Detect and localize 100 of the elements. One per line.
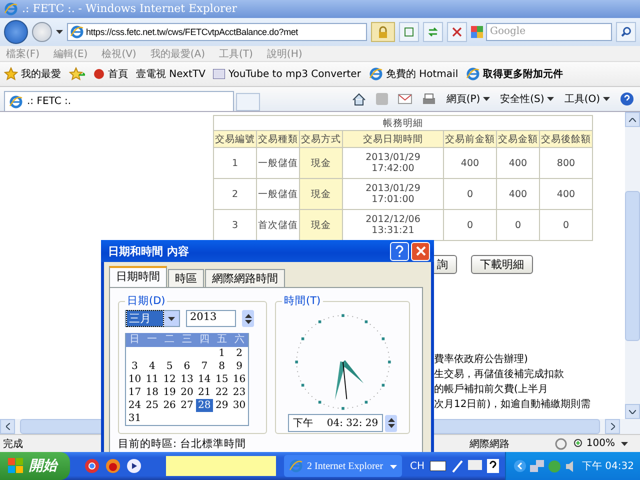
favorite-link[interactable]: 免費的 Hotmail (368, 67, 458, 82)
table-cell: 2013/01/29 17:01:00 (342, 178, 444, 210)
column-header: 交易後餘額 (540, 130, 592, 148)
stop-button[interactable] (447, 22, 467, 42)
table-cell: 0 (444, 178, 496, 210)
calendar-day[interactable]: 5 (160, 360, 178, 373)
address-field[interactable]: https://css.fetc.net.tw/cws/FETCvtpAcctBalance.do?met (67, 22, 367, 41)
printer-icon[interactable] (422, 92, 436, 106)
browser-icon[interactable] (84, 458, 100, 474)
calendar-day[interactable]: 10 (126, 373, 144, 386)
scroll-left-button[interactable] (0, 419, 15, 434)
table-cell: 400 (496, 148, 540, 178)
search-field[interactable]: Google (486, 22, 612, 41)
calendar-day[interactable]: 15 (213, 373, 231, 386)
calendar-day[interactable]: 7 (196, 360, 214, 373)
favorite-link[interactable]: 壹電視 NextTV (136, 67, 206, 82)
spin-buttons[interactable] (385, 414, 398, 432)
calendar-day[interactable]: 14 (196, 373, 214, 386)
calendar-day[interactable]: 2 (230, 347, 248, 360)
calendar-day[interactable]: 8 (213, 360, 231, 373)
ie-icon (289, 459, 303, 473)
calendar-day[interactable]: 30 (230, 399, 248, 412)
page-button[interactable]: 下載明細 (471, 255, 533, 274)
media-player-icon[interactable] (126, 458, 142, 474)
dialog-tab[interactable]: 日期時間 (109, 266, 167, 287)
zoom-button[interactable]: 100% (573, 438, 615, 450)
spin-buttons[interactable] (242, 310, 254, 327)
search-provider-icon (471, 26, 483, 38)
expand-tray-icon[interactable] (514, 460, 526, 472)
calendar-day[interactable]: 1 (213, 347, 231, 360)
calendar-day[interactable]: 11 (143, 373, 161, 386)
column-header: 交易金額 (496, 130, 540, 148)
time-field[interactable]: 下午 04: 32: 29 (288, 414, 384, 432)
year-field[interactable]: 2013 (186, 310, 236, 327)
add-favorite-icon[interactable] (69, 67, 85, 82)
calendar-day[interactable]: 9 (230, 360, 248, 373)
help-button[interactable] (390, 242, 409, 260)
toolbar-menu-button[interactable]: 安全性(S) (500, 92, 554, 106)
toolbar-menu-button[interactable]: 工具(O) (564, 92, 610, 106)
table-cell: 0 (540, 210, 592, 240)
weekday-label: 五 (216, 333, 228, 347)
compatibility-button[interactable] (399, 22, 419, 42)
toolbar-menu-button[interactable]: 網頁(P) (446, 92, 490, 106)
magnifier-icon (573, 438, 584, 450)
scroll-down-button[interactable] (625, 404, 640, 420)
timezone-text: 目前的時區: 台北標準時間 (118, 437, 247, 451)
calendar-day[interactable]: 25 (143, 399, 161, 412)
calendar-day[interactable]: 28 (196, 399, 214, 412)
column-header: 交易方式 (300, 130, 342, 148)
calendar-day[interactable]: 6 (178, 360, 196, 373)
calendar-day[interactable]: 4 (143, 360, 161, 373)
dialog-tab[interactable]: 時區 (168, 269, 204, 287)
calendar-day[interactable]: 12 (160, 373, 178, 386)
network-icon[interactable] (530, 460, 544, 472)
calendar-day[interactable]: 21 (196, 386, 214, 399)
page-icon (403, 26, 415, 38)
help-icon[interactable] (486, 459, 499, 473)
scroll-right-button[interactable] (605, 419, 620, 434)
table-caption: 帳務明細 (214, 116, 592, 130)
protected-mode-icon[interactable] (555, 438, 568, 450)
security-button[interactable] (371, 22, 395, 42)
home-icon[interactable] (352, 92, 366, 106)
forward-button[interactable] (32, 22, 52, 42)
favorite-link[interactable]: YouTube to mp3 Converter (213, 68, 361, 80)
calendar-day[interactable]: 19 (160, 386, 178, 399)
calendar-day[interactable]: 13 (178, 373, 196, 386)
close-button[interactable] (411, 242, 430, 260)
column-header: 交易日期時間 (342, 130, 444, 148)
calendar-day[interactable]: 26 (160, 399, 178, 412)
mail-icon[interactable] (398, 94, 412, 104)
table-cell: 2013/01/29 17:42:00 (342, 148, 444, 178)
taskbar-window-button[interactable]: 2 Internet Explorer (284, 455, 402, 477)
padlock-icon (378, 26, 388, 38)
refresh-button[interactable] (423, 22, 443, 42)
calendar-day[interactable]: 23 (230, 386, 248, 399)
calendar-day[interactable]: 27 (178, 399, 196, 412)
calendar-day[interactable]: 17 (126, 386, 144, 399)
arrow-left-icon (6, 423, 10, 430)
dialog-tab[interactable]: 網際網路時間 (205, 269, 285, 287)
calendar-day[interactable]: 22 (213, 386, 231, 399)
calendar-day[interactable]: 24 (126, 399, 144, 412)
favorite-link[interactable]: 首頁 (93, 67, 128, 82)
language-indicator[interactable]: CH (410, 460, 425, 472)
favorite-link[interactable]: 取得更多附加元件 (466, 67, 564, 82)
search-button[interactable] (616, 22, 636, 42)
calendar-day[interactable]: 29 (213, 399, 231, 412)
browser-tab[interactable]: .: FETC :. (4, 91, 234, 111)
calendar-day[interactable]: 31 (126, 412, 144, 425)
table-cell: 現金 (300, 210, 342, 240)
back-button[interactable] (4, 20, 28, 44)
weekday-label: 四 (198, 333, 210, 347)
scrollbar-thumb[interactable] (625, 190, 640, 341)
calendar-day[interactable]: 16 (230, 373, 248, 386)
calendar-day[interactable]: 18 (143, 386, 161, 399)
caret-icon (168, 316, 175, 320)
favorites-button[interactable]: 我的最愛 (4, 67, 61, 82)
month-dropdown[interactable]: 三月 (125, 310, 180, 327)
calendar-day[interactable]: 20 (178, 386, 196, 399)
scroll-up-button[interactable] (625, 112, 640, 127)
calendar-day[interactable]: 3 (126, 360, 144, 373)
